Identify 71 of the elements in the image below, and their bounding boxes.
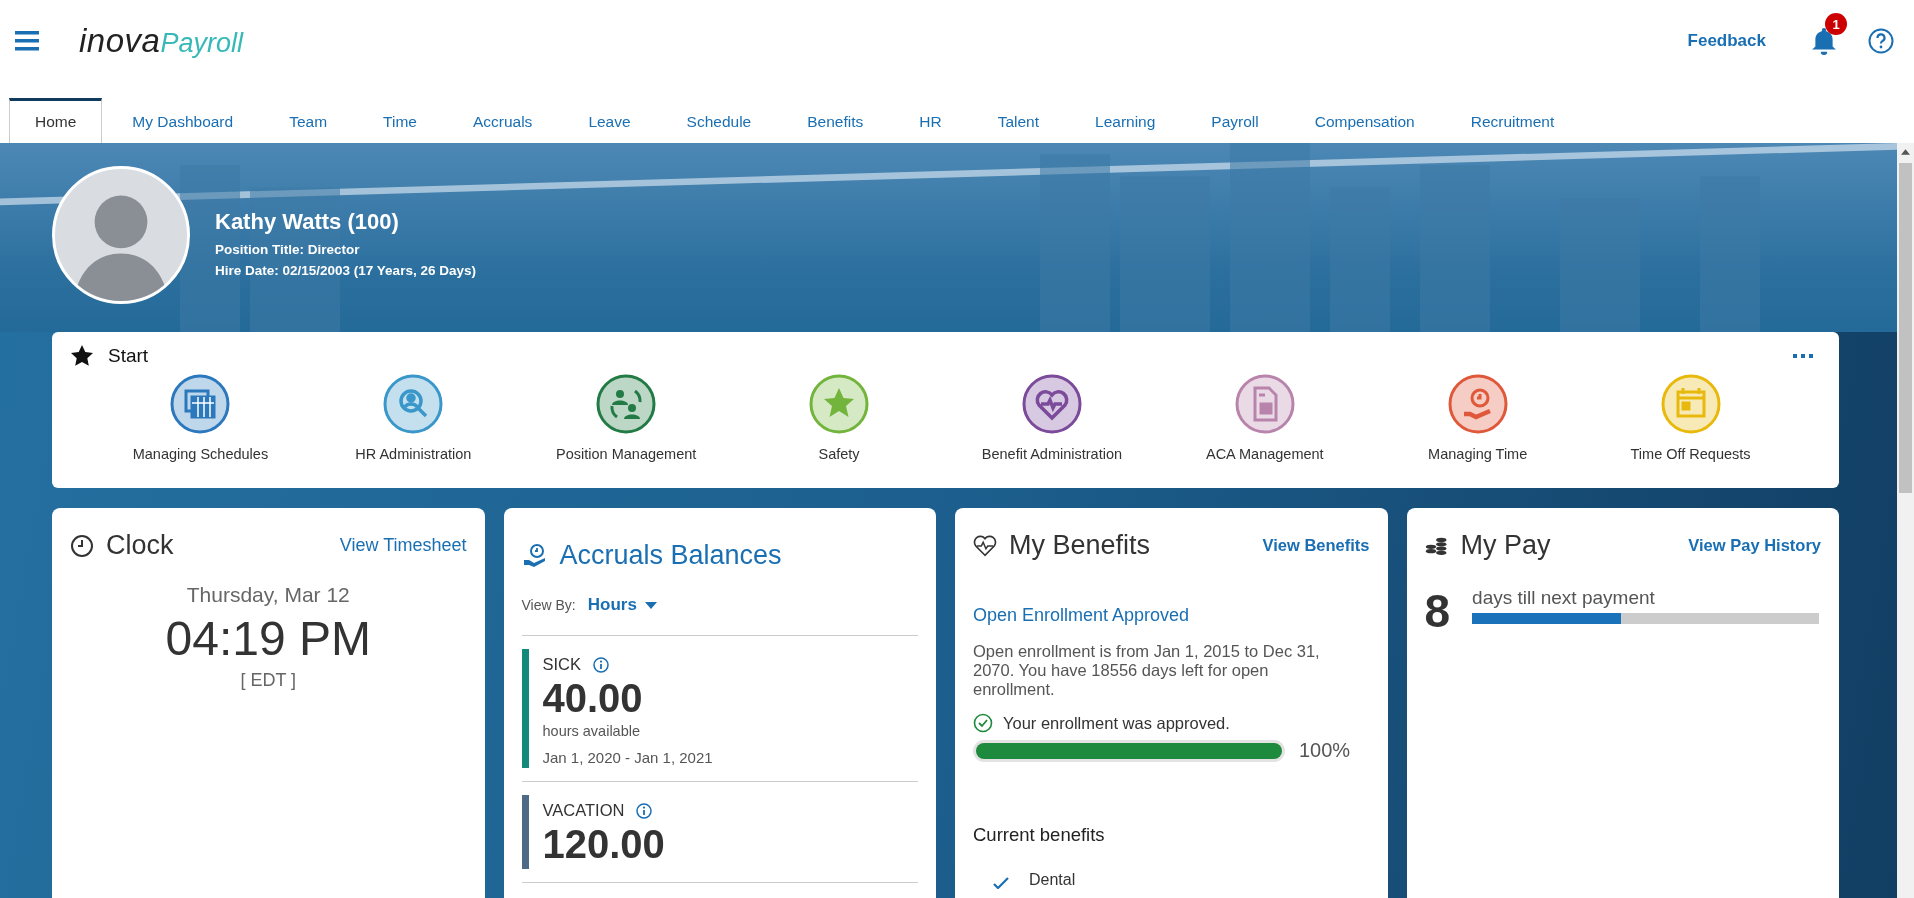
nav-tab[interactable]: Talent	[971, 98, 1066, 143]
progress-percent: 100%	[1299, 739, 1351, 762]
approval-message: Your enrollment was approved.	[1003, 713, 1230, 733]
card-title: Clock	[106, 530, 174, 561]
view-by-dropdown[interactable]: Hours	[587, 595, 657, 615]
balance-period: Jan 1, 2020 - Jan 1, 2021	[542, 749, 713, 766]
hire-date: Hire Date: 02/15/2003 (17 Years, 26 Days)	[215, 262, 476, 280]
card-title: Accruals Balances	[559, 540, 782, 571]
clock-time: 04:19 PM	[164, 611, 372, 666]
enrollment-status-link[interactable]: Open Enrollment Approved	[973, 605, 1370, 626]
star-icon	[70, 344, 94, 368]
check-circle-icon	[973, 713, 993, 733]
view-by-label: View By:	[521, 597, 576, 613]
caret-icon	[644, 601, 657, 609]
benefit-name: Dental	[1029, 871, 1076, 889]
info-icon[interactable]	[593, 656, 609, 673]
view-benefits-link[interactable]: View Benefits	[1262, 536, 1370, 555]
scrollbar[interactable]	[1897, 143, 1914, 898]
hand-clock-icon	[521, 542, 548, 569]
notification-badge: 1	[1825, 13, 1847, 35]
days-count: 8	[1424, 587, 1451, 635]
view-timesheet-link[interactable]: View Timesheet	[339, 535, 467, 556]
shortcut-button[interactable]: HR Administration	[306, 374, 520, 462]
nav-tab[interactable]: Payroll	[1185, 98, 1285, 143]
shortcut-button[interactable]: Managing Schedules	[94, 374, 307, 462]
scroll-up-icon[interactable]	[1901, 149, 1910, 155]
shortcut-button[interactable]: ACA Management	[1158, 374, 1372, 462]
card-title: My Pay	[1460, 530, 1551, 561]
balance-name: VACATION	[542, 801, 625, 820]
nav-tab[interactable]: Benefits	[781, 98, 890, 143]
shortcut-button[interactable]: Benefit Administration	[945, 374, 1159, 462]
start-title: Start	[108, 345, 149, 367]
scroll-thumb[interactable]	[1899, 163, 1912, 493]
info-icon[interactable]	[636, 802, 653, 819]
balance-name: SICK	[542, 655, 581, 674]
nav-tab[interactable]: Accruals	[446, 98, 559, 143]
shortcut-button[interactable]: Position Management	[519, 374, 733, 462]
balance-amount: 40.00	[542, 676, 644, 721]
clock-date: Thursday, Mar 12	[185, 583, 351, 607]
position-title: Position Title: Director	[215, 241, 361, 259]
shortcut-button[interactable]: Managing Time	[1371, 374, 1585, 462]
feedback-link[interactable]: Feedback	[1687, 31, 1766, 51]
card-title: My Benefits	[1009, 530, 1151, 561]
view-pay-history-link[interactable]: View Pay History	[1688, 536, 1821, 555]
nav-tab[interactable]: Compensation	[1288, 98, 1441, 143]
shortcut-button[interactable]: Safety	[732, 374, 946, 462]
nav-tab[interactable]: Team	[263, 98, 354, 143]
more-icon[interactable]	[1793, 353, 1813, 359]
balance-unit: hours available	[542, 723, 642, 739]
shortcut-button[interactable]: Time Off Requests	[1584, 374, 1797, 462]
nav-tab[interactable]: Leave	[562, 98, 657, 143]
nav-tab[interactable]: Home	[9, 98, 103, 143]
clock-icon	[70, 533, 94, 558]
employee-name: Kathy Watts (100)	[215, 209, 400, 235]
time-zone: [ EDT ]	[239, 670, 298, 691]
help-icon[interactable]	[1868, 28, 1894, 54]
enrollment-description: Open enrollment is from Jan 1, 2015 to Dec 31, 2070. You have 18556 days left for open enrollment.	[973, 642, 1321, 699]
check-icon	[993, 877, 1009, 889]
balance-amount: 120.00	[542, 822, 665, 867]
heart-pulse-icon	[973, 533, 997, 558]
nav-tab[interactable]: Time	[357, 98, 443, 143]
days-label: days till next payment	[1472, 587, 1656, 609]
nav-tab[interactable]: Schedule	[660, 98, 778, 143]
nav-tab[interactable]: Learning	[1069, 98, 1182, 143]
nav-tab[interactable]: HR	[893, 98, 968, 143]
nav-tab[interactable]: Recruitment	[1444, 98, 1581, 143]
menu-icon[interactable]	[15, 31, 39, 51]
bell-icon[interactable]	[1811, 27, 1837, 55]
logo[interactable]: inovaPayroll	[79, 22, 243, 60]
current-benefits-heading: Current benefits	[973, 824, 1106, 846]
nav-tab[interactable]: My Dashboard	[106, 98, 260, 143]
